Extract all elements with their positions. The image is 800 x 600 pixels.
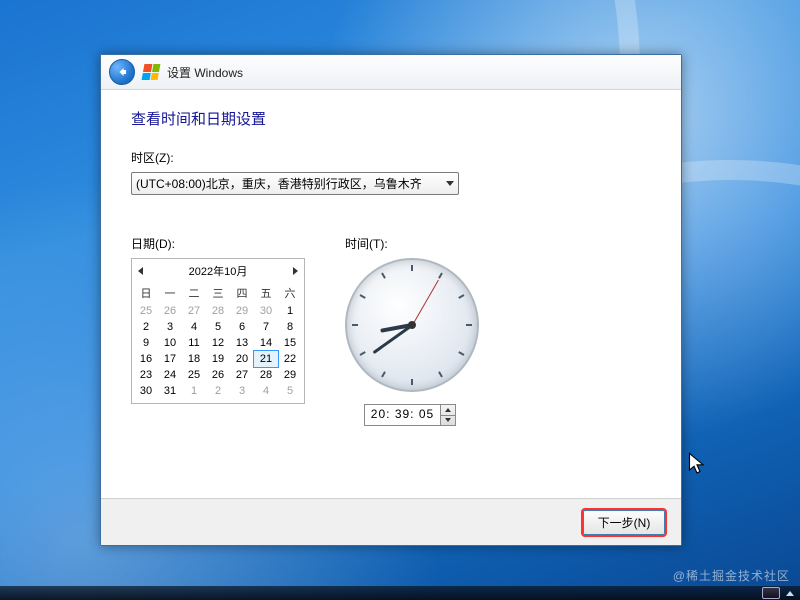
back-button[interactable] (109, 59, 135, 85)
calendar-day[interactable]: 2 (134, 319, 158, 335)
calendar-day[interactable]: 27 (230, 367, 254, 383)
calendar-day[interactable]: 3 (230, 383, 254, 399)
calendar-day[interactable]: 4 (182, 319, 206, 335)
calendar-day[interactable]: 26 (158, 303, 182, 319)
calendar-day[interactable]: 6 (230, 319, 254, 335)
calendar-day[interactable]: 16 (134, 351, 158, 367)
calendar-dow: 五 (254, 283, 278, 303)
calendar-dow: 四 (230, 283, 254, 303)
calendar-day[interactable]: 3 (158, 319, 182, 335)
next-button-label: 下一步(N) (598, 514, 651, 531)
next-button[interactable]: 下一步(N) (583, 510, 665, 535)
window-title: 设置 Windows (167, 64, 243, 81)
dropdown-arrow-icon (446, 181, 454, 186)
timezone-label: 时区(Z): (131, 149, 651, 166)
calendar[interactable]: 2022年10月 日一二三四五六252627282930123456789101… (131, 258, 305, 404)
time-column: 时间(T): 20: 39: 05 (345, 235, 475, 426)
windows-logo-icon (142, 64, 161, 80)
calendar-day[interactable]: 20 (230, 351, 254, 367)
tray-expand-icon[interactable] (786, 591, 794, 596)
calendar-dow: 三 (206, 283, 230, 303)
time-spin-up[interactable] (441, 405, 455, 416)
time-label: 时间(T): (345, 235, 475, 252)
calendar-day[interactable]: 25 (182, 367, 206, 383)
footer-bar: 下一步(N) (101, 498, 681, 545)
calendar-day[interactable]: 10 (158, 335, 182, 351)
calendar-day[interactable]: 30 (254, 303, 278, 319)
calendar-day[interactable]: 15 (278, 335, 302, 351)
calendar-day[interactable]: 21 (254, 351, 278, 367)
calendar-day[interactable]: 30 (134, 383, 158, 399)
calendar-day[interactable]: 7 (254, 319, 278, 335)
time-input[interactable]: 20: 39: 05 (364, 404, 456, 426)
timezone-select[interactable]: (UTC+08:00)北京，重庆，香港特别行政区，乌鲁木齐 (131, 172, 459, 195)
calendar-day[interactable]: 24 (158, 367, 182, 383)
keyboard-tray-icon[interactable] (762, 587, 780, 599)
calendar-day[interactable]: 28 (206, 303, 230, 319)
setup-window: 设置 Windows 查看时间和日期设置 时区(Z): (UTC+08:00)北… (100, 54, 682, 546)
timezone-selected-value: (UTC+08:00)北京，重庆，香港特别行政区，乌鲁木齐 (136, 175, 422, 192)
calendar-dow: 一 (158, 283, 182, 303)
calendar-day[interactable]: 8 (278, 319, 302, 335)
calendar-dow: 六 (278, 283, 302, 303)
calendar-day[interactable]: 29 (278, 367, 302, 383)
desktop-background: 设置 Windows 查看时间和日期设置 时区(Z): (UTC+08:00)北… (0, 0, 800, 600)
calendar-day[interactable]: 9 (134, 335, 158, 351)
calendar-day[interactable]: 13 (230, 335, 254, 351)
taskbar (0, 586, 800, 600)
time-spin-down[interactable] (441, 416, 455, 426)
time-value: 20: 39: 05 (365, 405, 440, 425)
calendar-day[interactable]: 22 (278, 351, 302, 367)
calendar-day[interactable]: 26 (206, 367, 230, 383)
calendar-day[interactable]: 18 (182, 351, 206, 367)
calendar-day[interactable]: 19 (206, 351, 230, 367)
calendar-next-button[interactable] (293, 267, 298, 275)
calendar-day[interactable]: 28 (254, 367, 278, 383)
content-area: 查看时间和日期设置 时区(Z): (UTC+08:00)北京，重庆，香港特别行政… (101, 90, 681, 426)
calendar-day[interactable]: 11 (182, 335, 206, 351)
calendar-day[interactable]: 4 (254, 383, 278, 399)
watermark-text: @稀土掘金技术社区 (673, 567, 790, 584)
calendar-day[interactable]: 5 (206, 319, 230, 335)
calendar-dow: 二 (182, 283, 206, 303)
calendar-day[interactable]: 2 (206, 383, 230, 399)
titlebar: 设置 Windows (101, 55, 681, 90)
calendar-day[interactable]: 23 (134, 367, 158, 383)
calendar-day[interactable]: 29 (230, 303, 254, 319)
date-column: 日期(D): 2022年10月 日一二三四五六25262728293012345… (131, 235, 305, 426)
page-heading: 查看时间和日期设置 (131, 108, 651, 129)
calendar-day[interactable]: 14 (254, 335, 278, 351)
calendar-prev-button[interactable] (138, 267, 143, 275)
calendar-day[interactable]: 27 (182, 303, 206, 319)
calendar-day[interactable]: 1 (278, 303, 302, 319)
calendar-day[interactable]: 17 (158, 351, 182, 367)
date-label: 日期(D): (131, 235, 305, 252)
calendar-day[interactable]: 12 (206, 335, 230, 351)
calendar-day[interactable]: 31 (158, 383, 182, 399)
calendar-month-title: 2022年10月 (189, 263, 248, 279)
analog-clock (345, 258, 475, 388)
calendar-day[interactable]: 1 (182, 383, 206, 399)
calendar-day[interactable]: 25 (134, 303, 158, 319)
calendar-day[interactable]: 5 (278, 383, 302, 399)
calendar-dow: 日 (134, 283, 158, 303)
